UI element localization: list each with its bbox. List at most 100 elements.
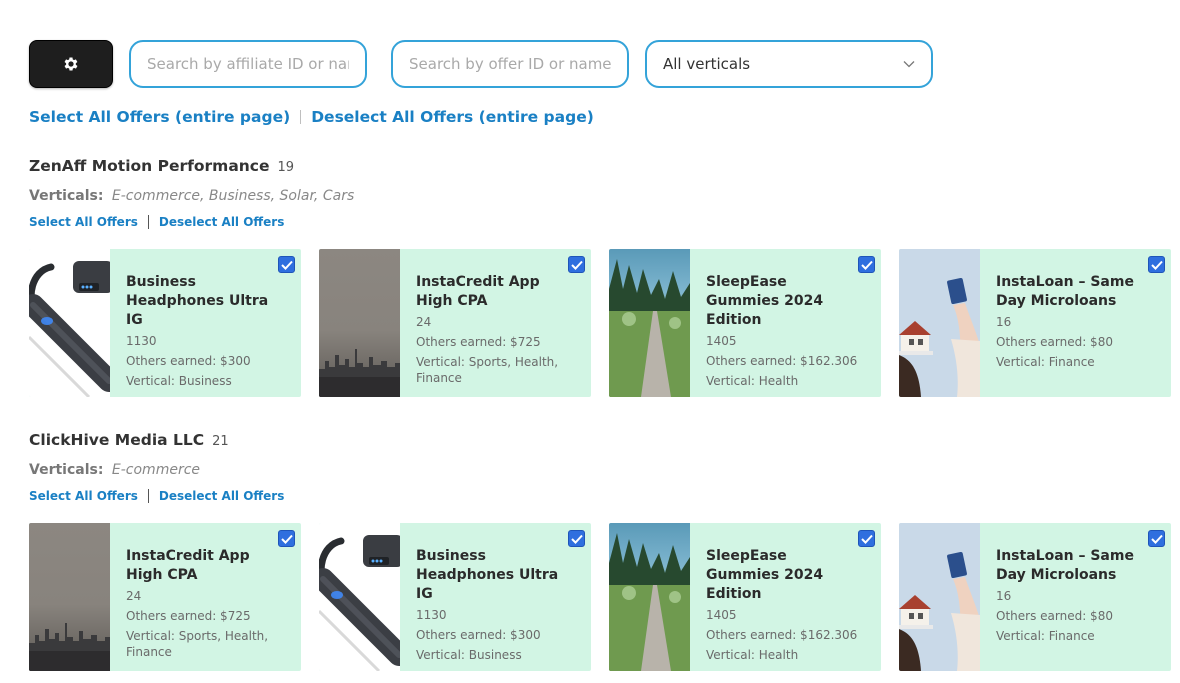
offer-id: 16: [996, 315, 1012, 329]
offer-checkbox[interactable]: [568, 530, 585, 547]
offer-checkbox[interactable]: [278, 256, 295, 273]
offer-earned: Others earned: $725: [126, 609, 251, 623]
offer-id: 1130: [126, 334, 157, 348]
affiliate-name: ClickHive Media LLC: [29, 431, 205, 449]
group-header: ClickHive Media LLC 21: [29, 431, 1180, 449]
offer-image-city-skyline: [29, 523, 110, 671]
vertical-select-value: All verticals: [663, 55, 751, 73]
gear-icon: [64, 57, 78, 71]
offer-title: SleepEase Gummies 2024 Edition: [706, 548, 824, 602]
offer-image-city-skyline: [319, 249, 400, 397]
offer-count: 19: [277, 160, 295, 175]
offer-earned: Others earned: $162.306: [706, 628, 858, 642]
verticals-label: Verticals:: [29, 188, 104, 204]
offer-count: 21: [212, 434, 229, 449]
vertical-select[interactable]: All verticals: [645, 40, 933, 88]
offer-title: SleepEase Gummies 2024 Edition: [706, 274, 824, 328]
offer-id: 24: [416, 315, 432, 329]
offer-earned: Others earned: $725: [416, 335, 541, 349]
offer-checkbox[interactable]: [858, 256, 875, 273]
deselect-all-offers-link[interactable]: Deselect All Offers: [159, 489, 284, 503]
chevron-down-icon: [903, 61, 915, 68]
offer-checkbox[interactable]: [278, 530, 295, 547]
divider: [147, 489, 149, 503]
offer-card[interactable]: Business Headphones Ultra IG 1130 Others…: [29, 249, 301, 397]
offer-info: InstaCredit App High CPA 24 Others earne…: [110, 523, 301, 671]
offer-card[interactable]: SleepEase Gummies 2024 Edition 1405 Othe…: [609, 523, 881, 671]
offer-earned: Others earned: $80: [996, 609, 1113, 623]
offer-info: Business Headphones Ultra IG 1130 Others…: [400, 523, 591, 671]
checkmark-icon: [280, 260, 293, 270]
offer-checkbox[interactable]: [568, 256, 585, 273]
offer-vertical: Vertical: Health: [706, 648, 799, 662]
checkmark-icon: [860, 260, 873, 270]
offer-card[interactable]: SleepEase Gummies 2024 Edition 1405 Othe…: [609, 249, 881, 397]
offer-title: InstaCredit App High CPA: [126, 548, 250, 583]
offer-card[interactable]: InstaLoan – Same Day Microloans 16 Other…: [899, 249, 1171, 397]
offer-info: InstaLoan – Same Day Microloans 16 Other…: [980, 249, 1171, 397]
offer-image-park-path: [609, 523, 690, 671]
offer-vertical: Vertical: Finance: [996, 629, 1095, 643]
verticals-values: E-commerce: [111, 462, 201, 478]
group-verticals: Verticals: E-commerce, Business, Solar, …: [29, 188, 1180, 204]
checkmark-icon: [570, 260, 583, 270]
checkmark-icon: [570, 534, 583, 544]
offer-checkbox[interactable]: [858, 530, 875, 547]
settings-button[interactable]: [29, 40, 113, 88]
offer-image-house-card: [899, 523, 980, 671]
offer-info: InstaCredit App High CPA 24 Others earne…: [400, 249, 591, 397]
offer-title: Business Headphones Ultra IG: [126, 274, 269, 328]
checkmark-icon: [280, 534, 293, 544]
offer-card[interactable]: InstaCredit App High CPA 24 Others earne…: [29, 523, 301, 671]
offer-image-headphones: [29, 249, 110, 397]
offer-vertical: Vertical: Business: [416, 648, 522, 662]
offer-id: 1405: [706, 608, 737, 622]
group-selection-links: Select All Offers Deselect All Offers: [29, 215, 1180, 229]
divider: [300, 110, 302, 124]
filter-toolbar: All verticals: [29, 40, 933, 88]
affiliate-group: ClickHive Media LLC 21 Verticals: E-comm…: [29, 431, 1180, 671]
offer-checkbox[interactable]: [1148, 530, 1165, 547]
offer-title: InstaLoan – Same Day Microloans: [996, 548, 1134, 583]
affiliate-name: ZenAff Motion Performance: [29, 157, 270, 175]
offer-card[interactable]: Business Headphones Ultra IG 1130 Others…: [319, 523, 591, 671]
offer-title: InstaLoan – Same Day Microloans: [996, 274, 1134, 309]
offer-info: SleepEase Gummies 2024 Edition 1405 Othe…: [690, 249, 881, 397]
verticals-values: E-commerce, Business, Solar, Cars: [111, 188, 355, 204]
group-header: ZenAff Motion Performance 19: [29, 157, 1180, 175]
offer-earned: Others earned: $162.306: [706, 354, 858, 368]
offer-earned: Others earned: $300: [416, 628, 541, 642]
select-all-offers-link[interactable]: Select All Offers: [29, 215, 138, 229]
deselect-all-offers-link[interactable]: Deselect All Offers: [159, 215, 284, 229]
select-all-page-link[interactable]: Select All Offers (entire page): [29, 108, 290, 126]
affiliate-search-input[interactable]: [129, 40, 367, 88]
offer-earned: Others earned: $80: [996, 335, 1113, 349]
offer-vertical: Vertical: Sports, Health, Finance: [416, 355, 559, 385]
offer-card[interactable]: InstaLoan – Same Day Microloans 16 Other…: [899, 523, 1171, 671]
verticals-label: Verticals:: [29, 462, 104, 478]
offer-image-headphones: [319, 523, 400, 671]
checkmark-icon: [860, 534, 873, 544]
offer-card[interactable]: InstaCredit App High CPA 24 Others earne…: [319, 249, 591, 397]
offer-card-list: Business Headphones Ultra IG 1130 Others…: [29, 249, 1180, 397]
checkmark-icon: [1150, 534, 1163, 544]
group-verticals: Verticals: E-commerce: [29, 462, 1180, 478]
offer-id: 16: [996, 589, 1012, 603]
offer-id: 24: [126, 589, 142, 603]
select-all-offers-link[interactable]: Select All Offers: [29, 489, 138, 503]
offer-title: InstaCredit App High CPA: [416, 274, 540, 309]
offer-id: 1130: [416, 608, 447, 622]
affiliate-group: ZenAff Motion Performance 19 Verticals: …: [29, 157, 1180, 397]
offer-image-house-card: [899, 249, 980, 397]
offer-vertical: Vertical: Health: [706, 374, 799, 388]
offer-search-input[interactable]: [391, 40, 629, 88]
offer-vertical: Vertical: Sports, Health, Finance: [126, 629, 269, 659]
offer-card-list: InstaCredit App High CPA 24 Others earne…: [29, 523, 1180, 671]
offer-image-park-path: [609, 249, 690, 397]
offer-checkbox[interactable]: [1148, 256, 1165, 273]
global-selection-links: Select All Offers (entire page) Deselect…: [29, 108, 594, 126]
deselect-all-page-link[interactable]: Deselect All Offers (entire page): [311, 108, 594, 126]
offer-vertical: Vertical: Finance: [996, 355, 1095, 369]
offer-title: Business Headphones Ultra IG: [416, 548, 559, 602]
offer-vertical: Vertical: Business: [126, 374, 232, 388]
